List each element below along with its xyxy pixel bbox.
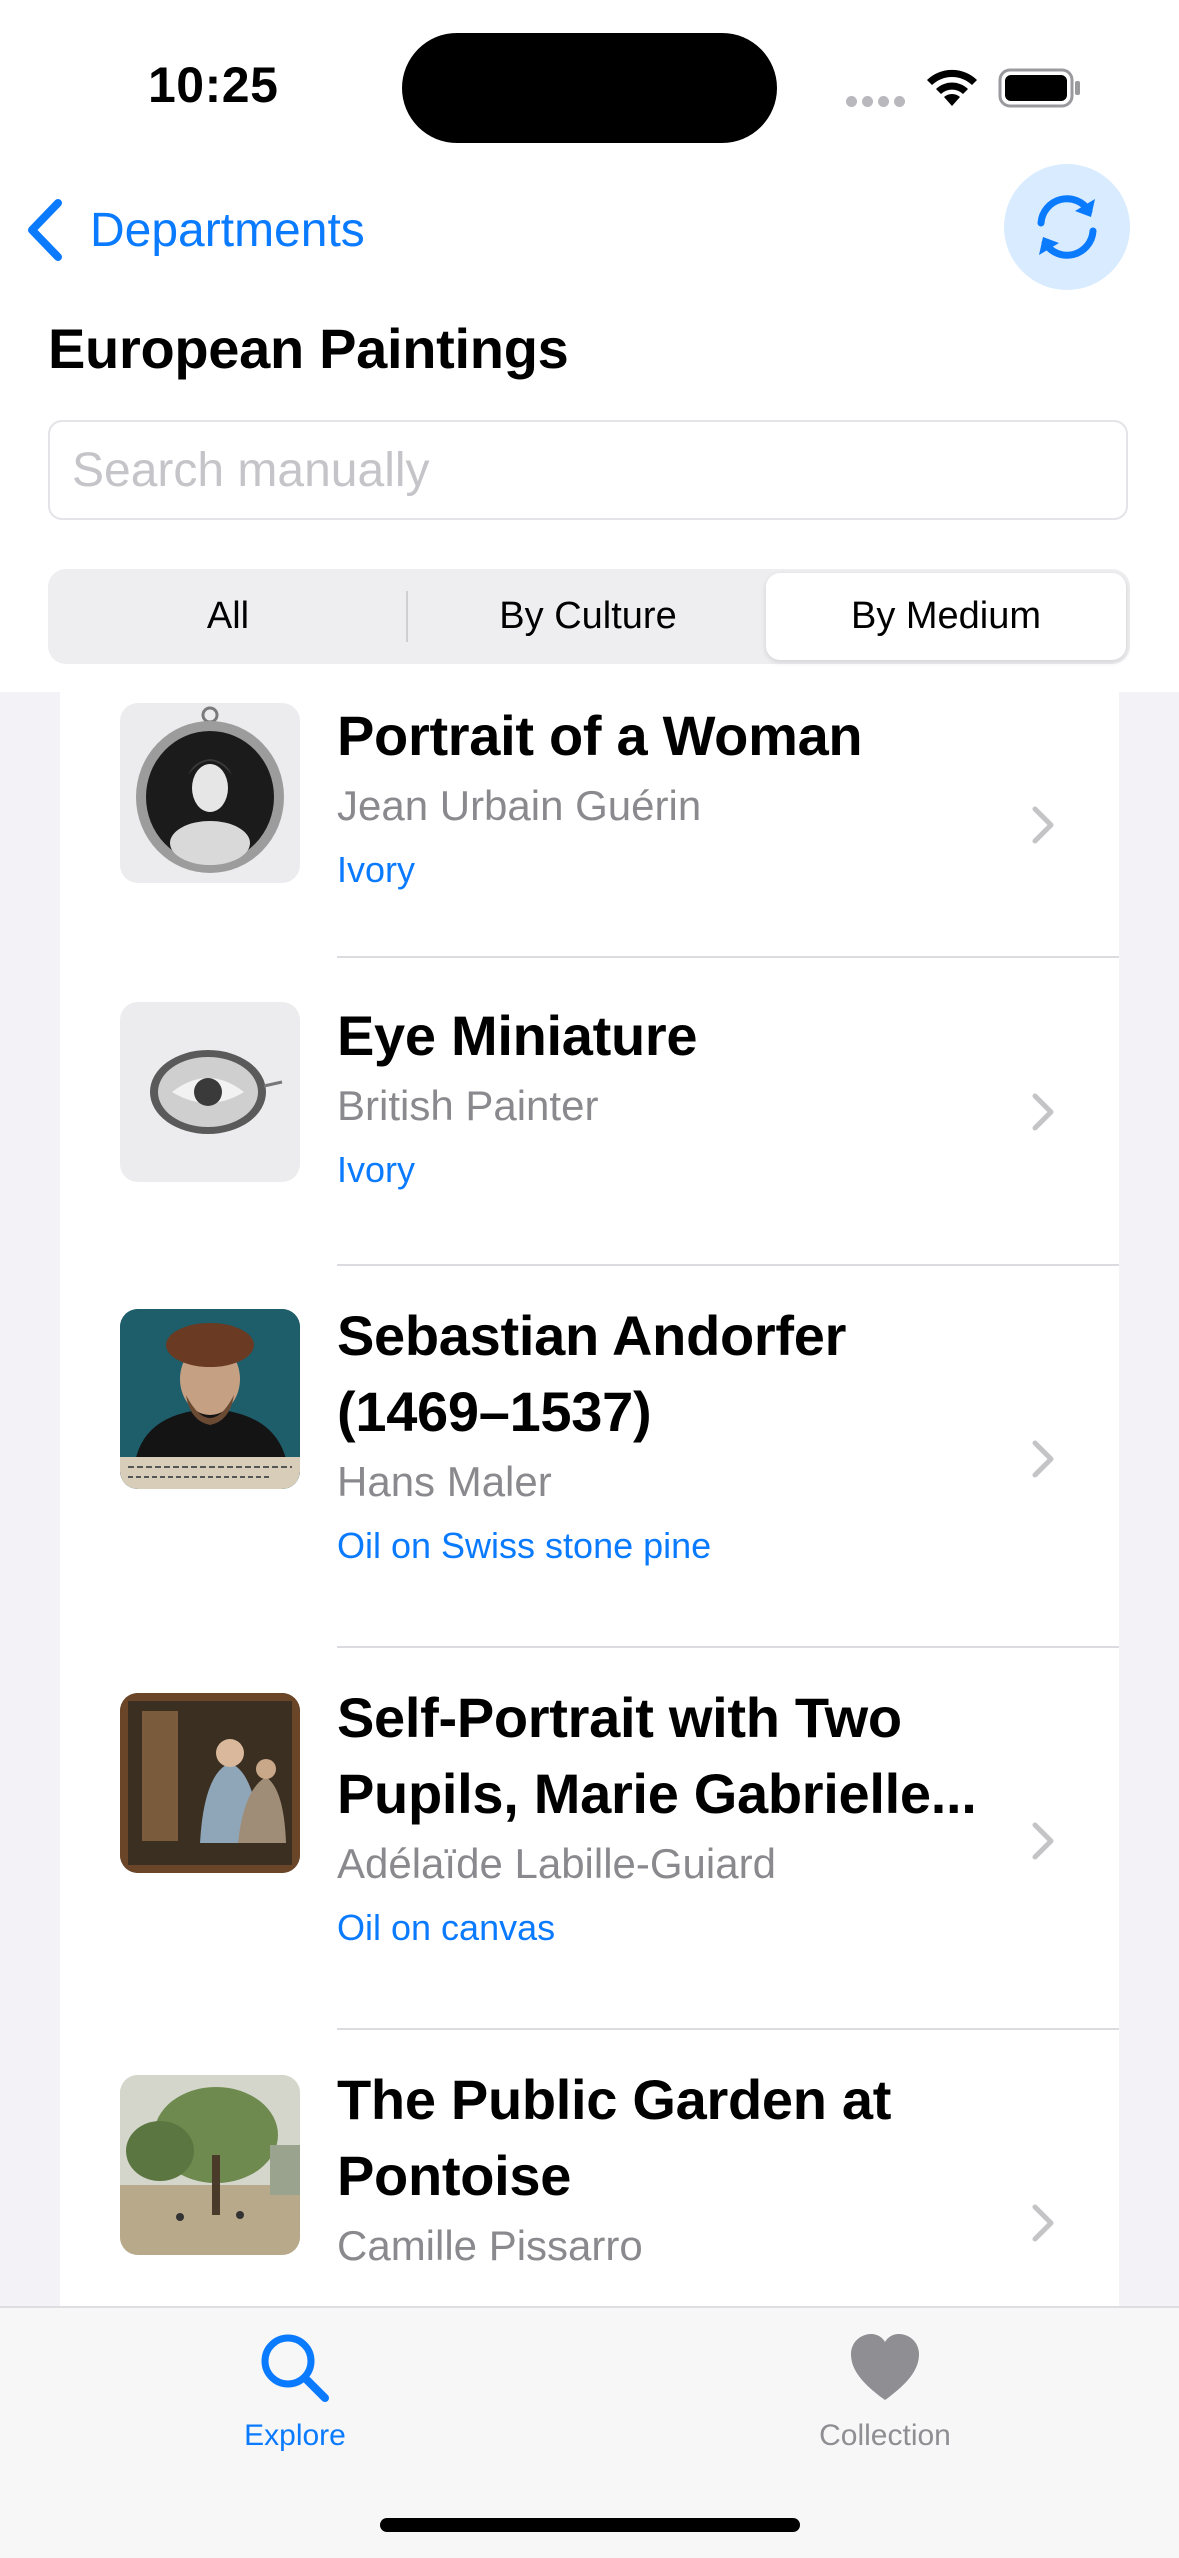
wifi-icon bbox=[927, 69, 977, 106]
search-input[interactable] bbox=[48, 420, 1128, 520]
segment-by-culture[interactable]: By Culture bbox=[408, 569, 768, 664]
battery-icon bbox=[998, 68, 1080, 108]
artwork-text: Eye Miniature British Painter Ivory bbox=[337, 998, 1057, 1196]
list-item[interactable]: Sebastian Andorfer (1469–1537) Hans Male… bbox=[60, 1266, 1119, 1648]
artwork-medium: Oil on canvas bbox=[337, 1907, 556, 1948]
artwork-thumbnail bbox=[120, 703, 300, 883]
dynamic-island bbox=[402, 33, 777, 143]
artwork-artist: British Painter bbox=[337, 1082, 599, 1129]
back-button-label: Departments bbox=[90, 203, 365, 257]
artwork-artist: Adélaïde Labille-Guiard bbox=[337, 1840, 776, 1887]
chevron-left-icon bbox=[28, 199, 62, 261]
segment-all[interactable]: All bbox=[48, 569, 408, 664]
list-item[interactable]: Self-Portrait with Two Pupils, Marie Gab… bbox=[60, 1648, 1119, 2030]
segment-by-medium[interactable]: By Medium bbox=[766, 573, 1126, 660]
chevron-right-icon bbox=[1032, 2204, 1054, 2242]
tab-explore[interactable]: Explore bbox=[145, 2328, 445, 2468]
chevron-right-icon bbox=[1032, 1440, 1054, 1478]
artwork-text: Portrait of a Woman Jean Urbain Guérin I… bbox=[337, 698, 1057, 896]
refresh-icon bbox=[1037, 195, 1097, 259]
magnifying-glass-icon bbox=[261, 2334, 329, 2402]
artwork-title: Sebastian Andorfer (1469–1537) bbox=[337, 1304, 847, 1443]
chevron-right-icon bbox=[1032, 806, 1054, 844]
list-item[interactable]: The Public Garden at Pontoise Camille Pi… bbox=[60, 2030, 1119, 2306]
artwork-text: The Public Garden at Pontoise Camille Pi… bbox=[337, 2062, 1057, 2274]
home-indicator bbox=[380, 2518, 800, 2532]
tab-collection[interactable]: Collection bbox=[735, 2328, 1035, 2468]
artwork-artist: Camille Pissarro bbox=[337, 2222, 643, 2269]
artwork-thumbnail bbox=[120, 1002, 300, 1182]
artwork-medium: Ivory bbox=[337, 1149, 416, 1190]
tab-collection-label: Collection bbox=[819, 2419, 951, 2452]
artwork-artist: Jean Urbain Guérin bbox=[337, 782, 702, 829]
refresh-button[interactable] bbox=[1004, 164, 1130, 290]
artwork-thumbnail bbox=[120, 1309, 300, 1489]
artwork-title: Self-Portrait with Two Pupils, Marie Gab… bbox=[337, 1686, 977, 1825]
back-button[interactable]: Departments bbox=[22, 190, 365, 270]
chevron-right-icon bbox=[1032, 1093, 1054, 1131]
artwork-title: Portrait of a Woman bbox=[337, 704, 863, 767]
chevron-right-icon bbox=[1032, 1822, 1054, 1860]
artwork-title: Eye Miniature bbox=[337, 1004, 698, 1067]
artwork-title: The Public Garden at Pontoise bbox=[337, 2068, 892, 2207]
artwork-artist: Hans Maler bbox=[337, 1458, 552, 1505]
tab-explore-label: Explore bbox=[244, 2419, 346, 2452]
cellular-signal-icon bbox=[846, 94, 910, 112]
artwork-medium: Ivory bbox=[337, 849, 416, 890]
artwork-list: Portrait of a Woman Jean Urbain Guérin I… bbox=[60, 692, 1119, 2306]
segmented-control: All By Culture By Medium bbox=[48, 569, 1130, 664]
artwork-text: Sebastian Andorfer (1469–1537) Hans Male… bbox=[337, 1298, 1057, 1572]
artwork-thumbnail bbox=[120, 2075, 300, 2255]
artwork-medium: Oil on Swiss stone pine bbox=[337, 1525, 712, 1566]
artwork-text: Self-Portrait with Two Pupils, Marie Gab… bbox=[337, 1680, 1057, 1954]
artwork-thumbnail bbox=[120, 1693, 300, 1873]
list-item[interactable]: Portrait of a Woman Jean Urbain Guérin I… bbox=[60, 692, 1119, 958]
status-time: 10:25 bbox=[148, 57, 279, 113]
list-item[interactable]: Eye Miniature British Painter Ivory bbox=[60, 958, 1119, 1266]
page-title: European Paintings bbox=[48, 317, 569, 380]
heart-icon bbox=[851, 2334, 919, 2400]
